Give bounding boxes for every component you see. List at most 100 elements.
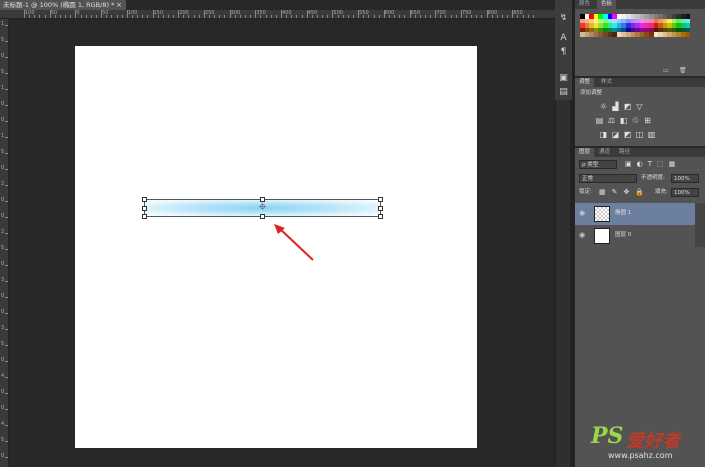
layer-name: 椭圆 1	[615, 210, 632, 216]
transform-handle-right[interactable]	[378, 206, 383, 211]
adjustment-icon[interactable]: ◩	[623, 102, 632, 111]
ruler-tick	[229, 10, 231, 18]
ruler-tick	[5, 233, 8, 234]
lock-transparent-icon[interactable]: ▦	[599, 188, 606, 196]
ruler-tick	[75, 10, 77, 18]
ruler-minor-tick	[476, 15, 478, 18]
lock-all-icon[interactable]: 🔒	[635, 188, 644, 196]
paragraph-icon[interactable]: ¶	[557, 46, 570, 59]
adjustment-icon[interactable]: ♲	[631, 116, 640, 125]
ruler-tick	[5, 89, 8, 90]
adjustment-icon[interactable]: ◫	[635, 130, 644, 139]
close-tab-icon[interactable]: ×	[116, 0, 122, 10]
ruler-minor-tick	[388, 15, 390, 18]
adjustment-icon[interactable]: ▤	[595, 116, 604, 125]
layer-filter-select[interactable]: ρ 类型	[579, 160, 617, 169]
ruler-tick	[5, 377, 8, 378]
navigator-icon[interactable]: ▣	[557, 72, 570, 85]
ruler-minor-tick	[404, 15, 406, 18]
visibility-eye-icon[interactable]: ◉	[579, 209, 587, 217]
ruler-label: 0	[1, 293, 5, 299]
ruler-label: 5	[1, 69, 5, 75]
character-icon[interactable]: A	[557, 32, 570, 45]
watermark-url: www.psahz.com	[608, 451, 673, 460]
transform-handle-left[interactable]	[142, 206, 147, 211]
adjustment-icon[interactable]: ☼	[599, 102, 608, 111]
ruler-label: 5	[1, 37, 5, 43]
ruler-minor-tick	[378, 15, 380, 18]
layers-scrollbar[interactable]	[695, 203, 705, 247]
tab-styles[interactable]: 样式	[597, 78, 616, 87]
adjustment-icon[interactable]: ⊞	[643, 116, 652, 125]
ruler-tick	[152, 10, 154, 18]
ruler-tick	[5, 201, 8, 202]
transform-handle-top-left[interactable]	[142, 197, 147, 202]
ruler-tick	[255, 10, 257, 18]
ruler-tick	[409, 10, 411, 18]
ruler-minor-tick	[352, 15, 354, 18]
layer-item-ellipse-1[interactable]: ◉ 椭圆 1	[575, 203, 695, 225]
transform-handle-bottom-right[interactable]	[378, 214, 383, 219]
fill-input[interactable]: 100%	[671, 188, 699, 197]
filter-adjust-icon[interactable]: ◐	[637, 160, 643, 168]
blend-mode-select[interactable]: 正常	[579, 174, 637, 183]
tab-adjustments[interactable]: 调整	[575, 78, 595, 87]
ruler-minor-tick	[173, 15, 175, 18]
filter-type-icon[interactable]: T	[648, 160, 652, 168]
lock-move-icon[interactable]: ✥	[624, 188, 630, 196]
swatch[interactable]	[685, 32, 691, 37]
ruler-minor-tick	[481, 15, 483, 18]
annotation-arrow-icon	[274, 224, 314, 261]
ruler-minor-tick	[394, 15, 396, 18]
tab-color[interactable]: 颜色	[575, 0, 594, 9]
opacity-input[interactable]: 100%	[671, 174, 699, 183]
ruler-label: 1	[1, 21, 5, 27]
ruler-tick	[5, 73, 8, 74]
ruler-label: 5	[1, 149, 5, 155]
visibility-eye-icon[interactable]: ◉	[579, 231, 587, 239]
tab-layers[interactable]: 图层	[575, 148, 595, 157]
adjustment-icon[interactable]: ◩	[623, 130, 632, 139]
transform-handle-bottom[interactable]	[260, 214, 265, 219]
ruler-minor-tick	[39, 15, 41, 18]
adjustment-icon[interactable]: ◧	[619, 116, 628, 125]
ruler-tick	[5, 361, 8, 362]
adjustment-icon[interactable]: ◨	[599, 130, 608, 139]
layer-item-layer-0[interactable]: ◉ 图层 0	[575, 225, 695, 247]
transform-handle-top-right[interactable]	[378, 197, 383, 202]
tab-paths[interactable]: 路径	[615, 148, 634, 157]
tab-channels[interactable]: 通道	[595, 148, 614, 157]
transform-center-icon[interactable]	[259, 203, 266, 210]
transform-handle-top[interactable]	[260, 197, 265, 202]
adjustment-icon[interactable]: ▽	[635, 102, 644, 111]
filter-smart-icon[interactable]: ▦	[669, 160, 676, 168]
adjustments-row-2: ▤ ⚖ ◧ ♲ ⊞	[595, 116, 652, 125]
history-icon[interactable]: ↯	[557, 12, 570, 25]
delete-swatch-icon[interactable]: 🗑	[679, 67, 687, 74]
ruler-tick	[5, 25, 8, 26]
adjustment-icon[interactable]: ◪	[611, 130, 620, 139]
info-icon[interactable]: ▤	[557, 86, 570, 99]
filter-pixel-icon[interactable]: ▣	[625, 160, 632, 168]
lock-paint-icon[interactable]: ✎	[612, 188, 618, 196]
ruler-tick	[332, 10, 334, 18]
swatches-panel-tabs: 颜色 色板	[575, 0, 705, 9]
document-tab[interactable]: 未标题-1 @ 100% (椭圆 1, RGB/8) * ×	[0, 0, 126, 10]
ruler-minor-tick	[121, 15, 123, 18]
ruler-label: 0	[1, 389, 5, 395]
ruler-minor-tick	[59, 15, 61, 18]
adjustment-icon[interactable]: ⚖	[607, 116, 616, 125]
ruler-minor-tick	[286, 15, 288, 18]
ruler-minor-tick	[265, 15, 267, 18]
ruler-tick	[5, 345, 8, 346]
ruler-minor-tick	[70, 15, 72, 18]
transform-handle-bottom-left[interactable]	[142, 214, 147, 219]
tab-swatches[interactable]: 色板	[597, 0, 617, 9]
filter-shape-icon[interactable]: ⬚	[657, 160, 664, 168]
adjustment-icon[interactable]: ▟	[611, 102, 620, 111]
adjustment-icon[interactable]: ▥	[647, 130, 656, 139]
new-swatch-icon[interactable]: ▭	[663, 67, 671, 74]
ruler-tick	[5, 217, 8, 218]
ruler-label: 0	[1, 261, 5, 267]
ruler-minor-tick	[327, 15, 329, 18]
